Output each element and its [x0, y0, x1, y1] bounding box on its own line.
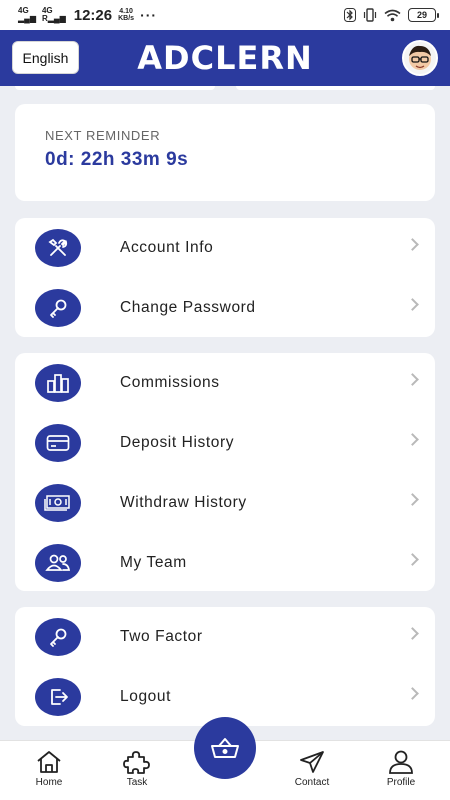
- network-indicator-2: 4G R▂▄▆: [42, 7, 66, 23]
- vibrate-icon: [363, 8, 377, 22]
- history-menu-card: Commissions Deposit History Withdraw His…: [15, 353, 435, 591]
- credit-card-icon: [35, 424, 81, 462]
- signal-icon-1: ▂▄▆: [18, 14, 36, 23]
- menu-item-withdraw-history[interactable]: Withdraw History: [15, 473, 435, 533]
- menu-label-two-factor: Two Factor: [120, 628, 203, 645]
- nav-task[interactable]: Task: [107, 749, 167, 788]
- chevron-right-icon: [406, 493, 419, 506]
- nav-home[interactable]: Home: [19, 749, 79, 788]
- menu-item-two-factor[interactable]: Two Factor: [15, 607, 435, 667]
- card-stub-left: [15, 86, 215, 90]
- menu-label-commissions: Commissions: [120, 374, 220, 391]
- cash-icon: [35, 484, 81, 522]
- more-notifications-icon: ···: [140, 7, 158, 23]
- menu-item-account-info[interactable]: Account Info: [15, 218, 435, 278]
- menu-label-change-password: Change Password: [120, 299, 256, 316]
- user-icon: [389, 750, 413, 774]
- menu-label-logout: Logout: [120, 688, 172, 705]
- reminder-label: NEXT REMINDER: [45, 128, 161, 143]
- chevron-right-icon: [406, 433, 419, 446]
- avatar-icon: [409, 45, 431, 70]
- team-icon: [35, 544, 81, 582]
- puzzle-icon: [123, 751, 150, 774]
- home-icon: [37, 751, 61, 773]
- speed-value: 4.10: [119, 8, 133, 15]
- reminder-countdown: 0d: 22h 33m 9s: [45, 149, 189, 170]
- bar-chart-icon: [35, 364, 81, 402]
- signal-icon-2: R▂▄▆: [41, 14, 66, 23]
- status-right: 29: [344, 8, 439, 22]
- bluetooth-icon: [344, 8, 356, 22]
- menu-label-my-team: My Team: [120, 554, 187, 571]
- chevron-right-icon: [406, 687, 419, 700]
- key-icon: [35, 618, 81, 656]
- language-button[interactable]: English: [12, 41, 79, 74]
- menu-label-withdraw-history: Withdraw History: [120, 494, 247, 511]
- status-bar: 4G ▂▄▆ 4G R▂▄▆ 12:26 4.10 KB/s ··· 29: [0, 0, 450, 30]
- brand-logo: ADCLERN: [137, 39, 313, 77]
- key-icon: [35, 289, 81, 327]
- account-menu-card: Account Info Change Password: [15, 218, 435, 337]
- logout-icon: [35, 678, 81, 716]
- menu-label-deposit-history: Deposit History: [120, 434, 235, 451]
- clock: 12:26: [73, 6, 113, 24]
- network-indicator-1: 4G ▂▄▆: [18, 7, 36, 23]
- tools-icon: [35, 229, 81, 267]
- send-icon: [300, 751, 324, 773]
- menu-item-deposit-history[interactable]: Deposit History: [15, 413, 435, 473]
- menu-item-commissions[interactable]: Commissions: [15, 353, 435, 413]
- data-speed: 4.10 KB/s: [118, 8, 134, 22]
- nav-home-label: Home: [35, 777, 63, 788]
- chevron-right-icon: [406, 627, 419, 640]
- nav-profile-label: Profile: [386, 777, 416, 788]
- bottom-navigation: Home Task Contact Profile: [0, 717, 450, 800]
- reminder-card: NEXT REMINDER 0d: 22h 33m 9s: [15, 104, 435, 201]
- avatar[interactable]: [402, 40, 438, 76]
- nav-contact[interactable]: Contact: [282, 749, 342, 788]
- chevron-right-icon: [406, 238, 419, 251]
- nav-contact-label: Contact: [294, 777, 330, 788]
- shop-basket-button[interactable]: [194, 717, 256, 779]
- basket-icon: [211, 738, 239, 758]
- security-menu-card: Two Factor Logout: [15, 607, 435, 726]
- status-left: 4G ▂▄▆ 4G R▂▄▆ 12:26 4.10 KB/s ···: [18, 7, 157, 24]
- app-header: English ADCLERN: [0, 30, 450, 86]
- nav-task-label: Task: [126, 777, 148, 788]
- speed-unit: KB/s: [118, 15, 135, 22]
- chevron-right-icon: [406, 553, 419, 566]
- chevron-right-icon: [406, 298, 419, 311]
- battery-icon: 29: [408, 8, 439, 22]
- menu-label-account-info: Account Info: [120, 239, 214, 256]
- menu-item-change-password[interactable]: Change Password: [15, 278, 435, 338]
- card-stub-right: [236, 86, 435, 90]
- nav-profile[interactable]: Profile: [371, 749, 431, 788]
- menu-item-my-team[interactable]: My Team: [15, 533, 435, 593]
- wifi-icon: [384, 9, 401, 21]
- chevron-right-icon: [406, 373, 419, 386]
